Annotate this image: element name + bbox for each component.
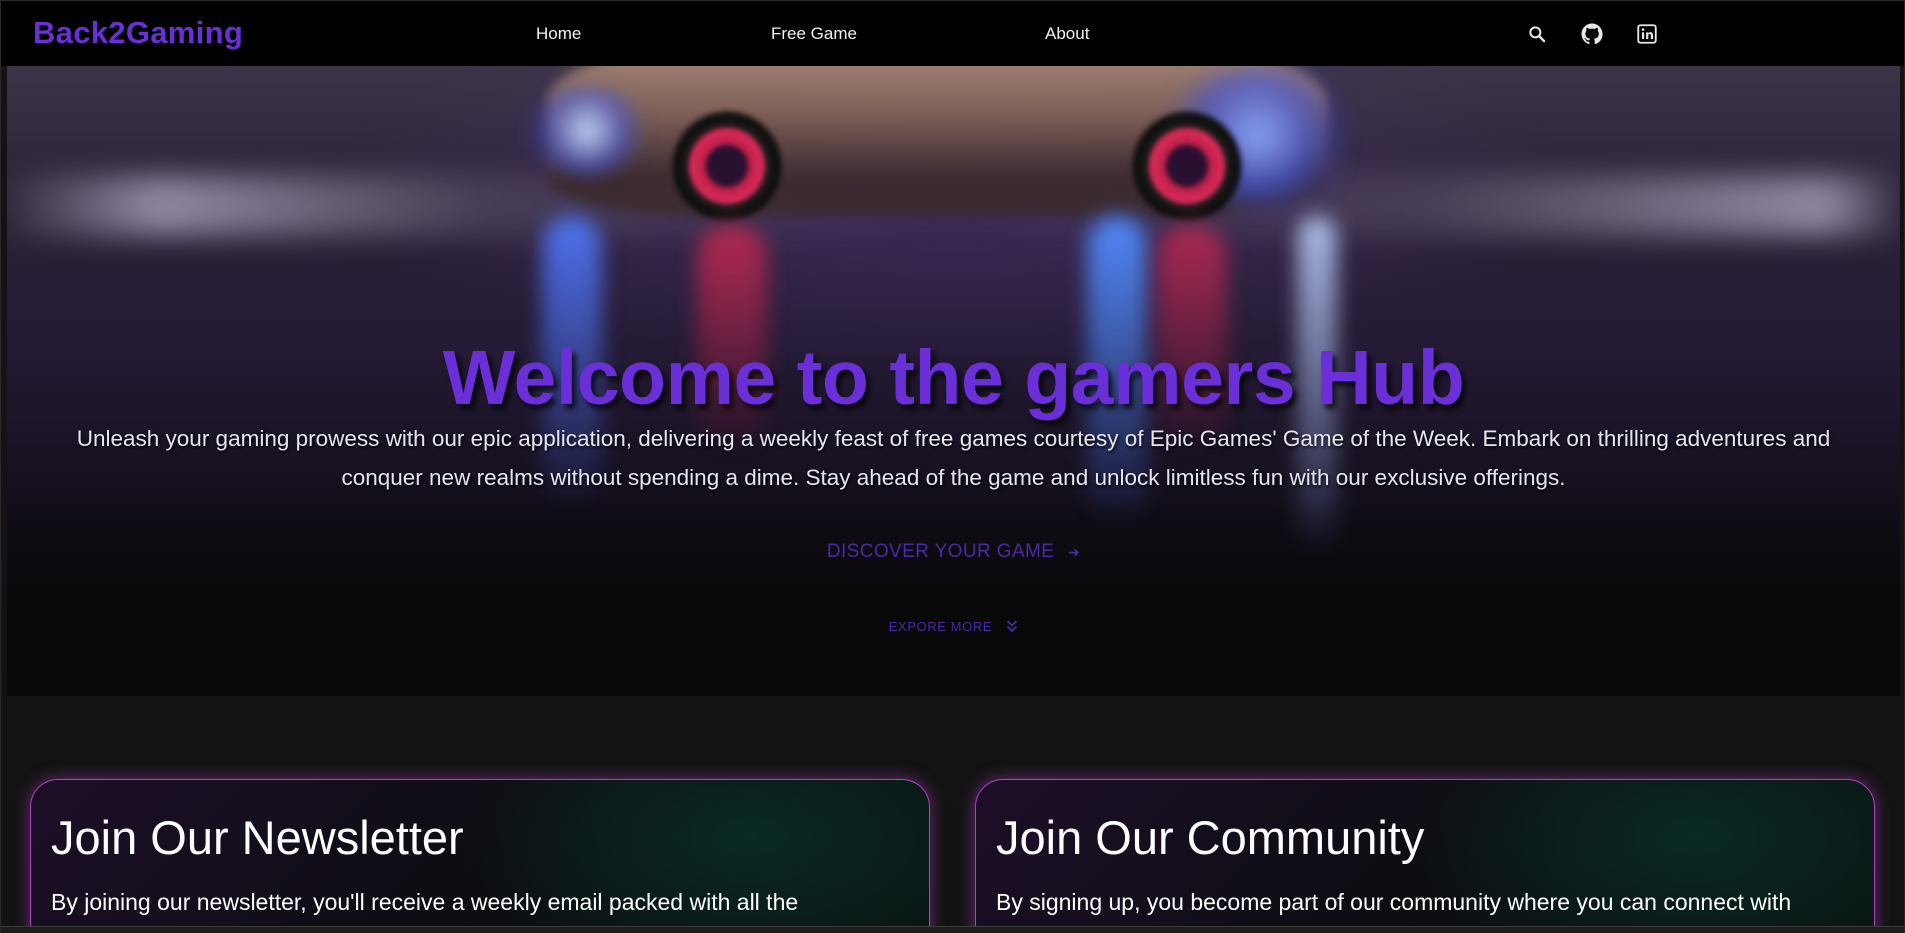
hero-description-line-2: conquer new realms without spending a di…: [341, 465, 1566, 490]
nav-link-about[interactable]: About: [1045, 24, 1089, 44]
hero-bottom-fade: [7, 496, 1900, 696]
top-navbar: Back2Gaming Home Free Game About: [1, 0, 1904, 66]
discover-game-label: DISCOVER YOUR GAME: [826, 541, 1055, 562]
community-text: By signing up, you become part of our co…: [996, 889, 1792, 915]
explore-more-label: EXPORE MORE: [888, 619, 993, 634]
hero-car-wheel-rear: [1127, 106, 1247, 226]
hero-title: Welcome to the gamers Hub: [442, 335, 1465, 421]
hero-section: Welcome to the gamers Hub Unleash your g…: [7, 66, 1900, 696]
hero-car-front-light: [527, 86, 647, 176]
horizontal-scrollbar[interactable]: [1, 926, 1904, 933]
nav-link-free-game[interactable]: Free Game: [771, 24, 857, 44]
community-card: Join Our Community By signing up, you be…: [975, 779, 1875, 933]
arrow-right-icon: ➜: [1068, 544, 1081, 560]
newsletter-card: Join Our Newsletter By joining our newsl…: [30, 779, 930, 933]
hero-description-line-1: Unleash your gaming prowess with our epi…: [76, 426, 1831, 451]
github-icon[interactable]: [1580, 22, 1604, 46]
newsletter-text: By joining our newsletter, you'll receiv…: [51, 889, 799, 915]
newsletter-title: Join Our Newsletter: [51, 811, 464, 864]
discover-game-button[interactable]: DISCOVER YOUR GAME ➜: [7, 541, 1900, 563]
community-title: Join Our Community: [996, 811, 1425, 864]
nav-link-home[interactable]: Home: [536, 24, 581, 44]
browser-viewport: Back2Gaming Home Free Game About Welcome…: [0, 0, 1905, 933]
brand-logo-link[interactable]: Back2Gaming: [33, 15, 243, 51]
double-chevron-down-icon: [1006, 619, 1018, 636]
linkedin-icon[interactable]: [1635, 22, 1659, 46]
explore-more-link[interactable]: EXPORE MORE: [7, 619, 1900, 636]
search-icon[interactable]: [1525, 22, 1549, 46]
hero-description: Unleash your gaming prowess with our epi…: [7, 419, 1900, 497]
hero-car-wheel-front: [667, 106, 787, 226]
